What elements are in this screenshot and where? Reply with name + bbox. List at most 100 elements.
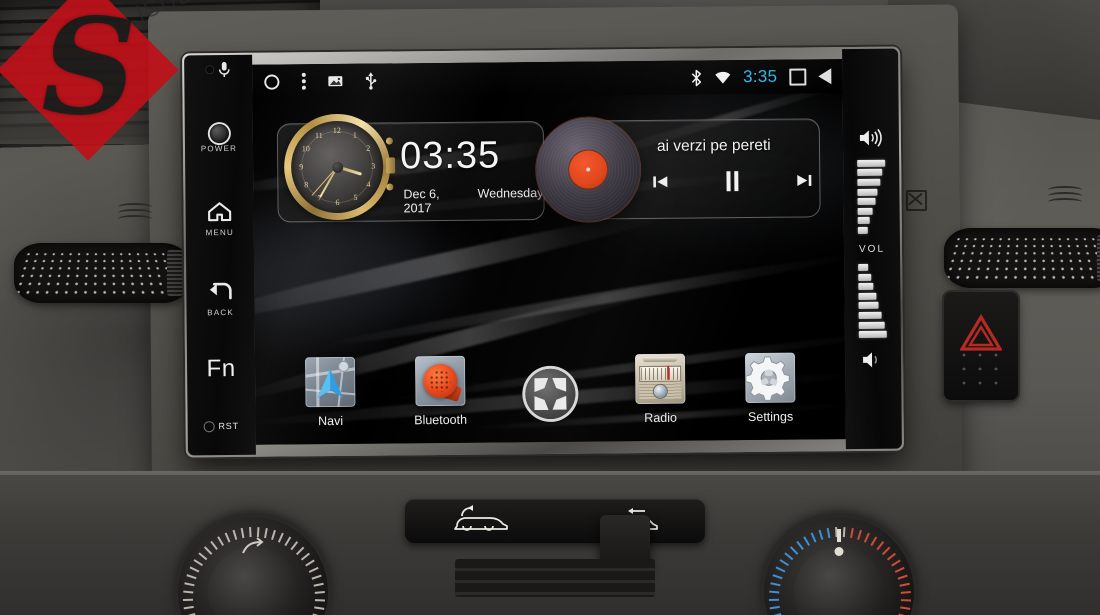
usb-icon[interactable] xyxy=(364,72,377,90)
defrost-icon xyxy=(906,190,927,211)
volume-up-icon[interactable] xyxy=(859,128,883,148)
vent-mesh xyxy=(944,235,1100,285)
speaker-mesh xyxy=(429,369,452,393)
next-track-icon xyxy=(797,174,812,187)
volume-bar[interactable] xyxy=(858,273,871,281)
status-bar: 3:35 xyxy=(252,59,843,99)
power-button-label: POWER xyxy=(200,143,238,154)
knob-tick xyxy=(881,546,891,556)
volume-bar[interactable] xyxy=(857,207,873,215)
next-track-button[interactable] xyxy=(796,173,812,187)
watch-center-pin xyxy=(331,161,343,173)
app-label-settings: Settings xyxy=(747,409,794,425)
knob-tick xyxy=(900,599,911,602)
screenshot-icon[interactable] xyxy=(327,74,343,88)
app-drawer[interactable] xyxy=(513,368,588,427)
menu-button[interactable]: MENU xyxy=(190,201,248,238)
knob-tick xyxy=(768,598,780,601)
previous-track-icon xyxy=(653,176,668,188)
app-settings[interactable]: Settings xyxy=(733,352,808,424)
knob-tick xyxy=(203,546,213,555)
volume-bar[interactable] xyxy=(858,302,879,310)
volume-bar[interactable] xyxy=(858,321,885,329)
volume-bar[interactable] xyxy=(857,188,878,196)
radio-knob xyxy=(653,384,667,398)
volume-bar[interactable] xyxy=(857,159,886,167)
volume-bar[interactable] xyxy=(858,283,874,291)
recents-square-icon[interactable] xyxy=(789,67,807,86)
knob-tick xyxy=(311,574,322,580)
knob-tick xyxy=(876,541,885,551)
radio-handle xyxy=(643,356,678,363)
watch-numeral: 2 xyxy=(366,143,371,153)
knob-tick xyxy=(810,532,817,543)
volume-bars-lower[interactable] xyxy=(858,261,887,341)
knob-tick xyxy=(857,529,862,541)
app-navi[interactable]: Navi xyxy=(293,356,368,429)
media-player-widget[interactable]: ai verzi pe pereti xyxy=(535,117,821,223)
vent-mesh xyxy=(14,250,190,300)
knob-tick xyxy=(900,606,911,610)
vinyl-spindle xyxy=(586,167,591,172)
temperature-knob[interactable] xyxy=(764,517,914,615)
app-bluetooth[interactable]: Bluetooth xyxy=(403,355,478,428)
volume-bar[interactable] xyxy=(858,263,869,272)
microphone-icon xyxy=(218,62,230,78)
volume-bar[interactable] xyxy=(857,178,881,186)
watch-pusher-bottom xyxy=(386,183,394,191)
knob-tick xyxy=(894,566,905,573)
touchscreen-display[interactable]: 3:35 1 2 3 4 5 6 7 8 9 10 11 12 03:35 De… xyxy=(252,59,846,445)
previous-track-button[interactable] xyxy=(652,175,668,189)
volume-bar[interactable] xyxy=(858,311,882,320)
back-button[interactable]: BACK xyxy=(191,281,249,318)
right-air-vent[interactable] xyxy=(944,228,1100,288)
app-radio[interactable]: Radio xyxy=(623,353,698,426)
knob-tick xyxy=(842,527,846,538)
back-triangle-icon[interactable] xyxy=(818,68,832,85)
back-arrow-icon xyxy=(209,282,232,300)
menu-button-label: MENU xyxy=(205,227,235,238)
volume-bar[interactable] xyxy=(858,330,887,339)
mic-pinhole xyxy=(205,66,213,74)
volume-bar[interactable] xyxy=(857,226,868,234)
watch-numeral: 10 xyxy=(301,144,310,154)
watch-numeral: 5 xyxy=(353,192,358,202)
reset-button[interactable]: RST xyxy=(204,421,239,431)
volume-bar[interactable] xyxy=(858,292,877,300)
watch-numeral: 4 xyxy=(366,179,371,189)
knob-tick xyxy=(183,590,194,594)
volume-down-icon[interactable] xyxy=(862,350,884,370)
watch-pusher-top xyxy=(385,137,393,145)
microphone-button[interactable] xyxy=(205,61,231,78)
navi-tile xyxy=(304,356,356,408)
track-title: ai verzi pe pereti xyxy=(656,136,771,155)
app-dock: Navi Bluetooth Radio Settings xyxy=(255,352,846,429)
app-drawer-icon xyxy=(525,368,576,420)
home-icon xyxy=(208,202,232,222)
hazard-button[interactable] xyxy=(944,292,1018,400)
navigation-arrow-icon xyxy=(317,369,344,399)
vent-thumbwheel[interactable] xyxy=(167,250,183,296)
left-air-vent[interactable] xyxy=(14,243,190,303)
volume-bars-upper[interactable] xyxy=(857,157,886,237)
watch-numeral: 6 xyxy=(335,197,340,207)
volume-bar[interactable] xyxy=(857,217,871,225)
watch-numeral: 11 xyxy=(314,130,323,141)
circle-icon[interactable] xyxy=(263,73,280,90)
gear-icon xyxy=(745,356,790,401)
overflow-menu-icon[interactable] xyxy=(301,72,306,90)
play-pause-button[interactable] xyxy=(723,170,741,192)
knob-tick xyxy=(891,559,901,567)
power-button[interactable]: POWER xyxy=(190,124,248,154)
volume-label: VOL xyxy=(858,243,886,255)
clock-widget[interactable]: 1 2 3 4 5 6 7 8 9 10 11 12 03:35 Dec 6, 2017 Wednes… xyxy=(276,113,545,223)
volume-bar[interactable] xyxy=(857,169,883,177)
watch-crown xyxy=(386,157,396,174)
fn-button[interactable]: Fn xyxy=(192,355,250,382)
bluetooth-speaker-icon xyxy=(423,363,458,399)
knob-tick xyxy=(271,529,276,541)
volume-bar[interactable] xyxy=(857,197,876,206)
fan-speed-knob[interactable] xyxy=(178,517,328,615)
knob-tick xyxy=(796,540,804,551)
recirculate-button[interactable] xyxy=(451,504,509,539)
